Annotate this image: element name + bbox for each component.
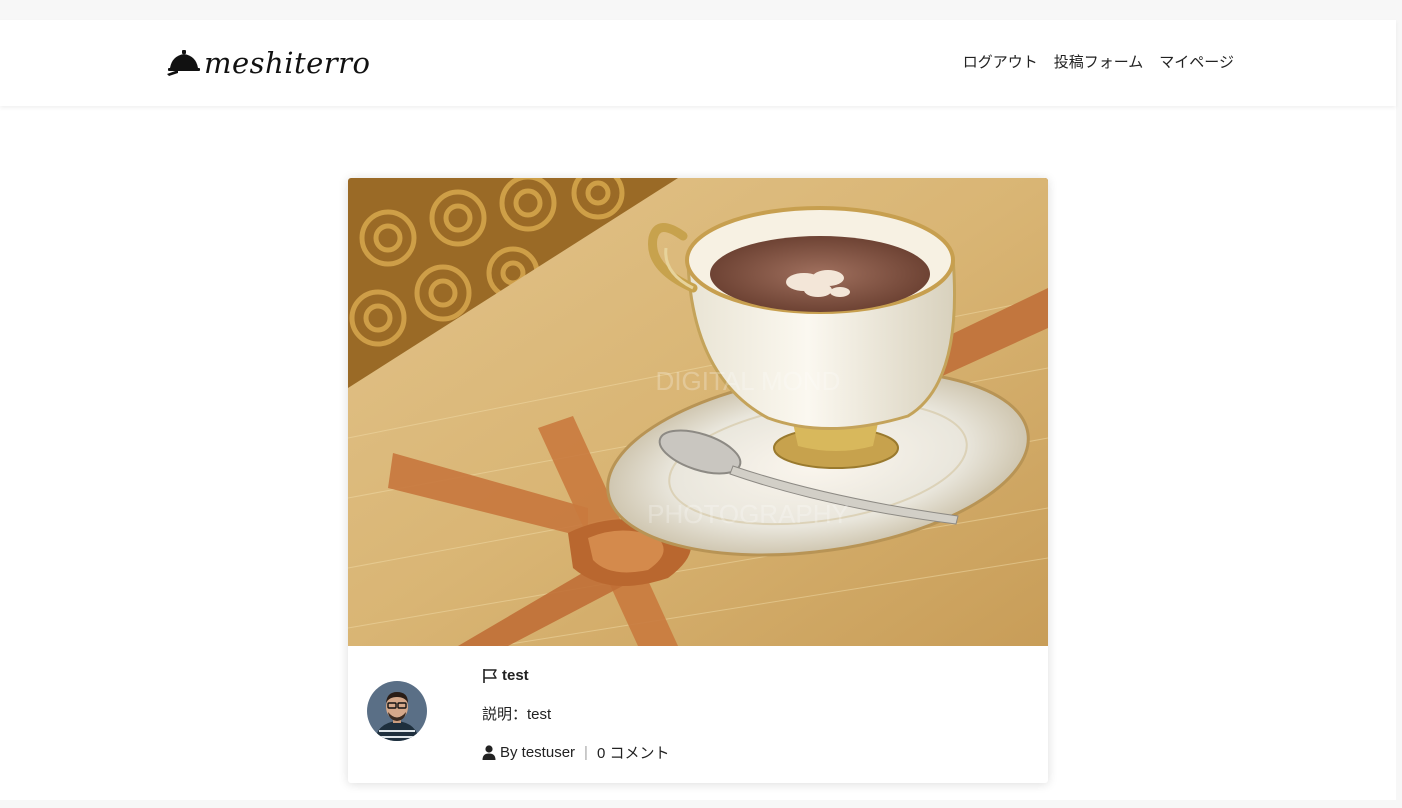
- post-form-link[interactable]: 投稿フォーム: [1054, 51, 1144, 72]
- nav-links: ログアウト 投稿フォーム マイページ: [963, 51, 1234, 72]
- brand-logo-link[interactable]: meshiterro: [166, 38, 371, 88]
- meta-separator: |: [584, 744, 588, 761]
- user-icon: [482, 745, 496, 760]
- post-author: By testuser: [500, 744, 576, 761]
- post-title: test: [502, 667, 529, 684]
- page: meshiterro ログアウト 投稿フォーム マイページ DIGITAL MO…: [0, 20, 1396, 800]
- post-title-link[interactable]: test: [482, 667, 529, 684]
- svg-text:DIGITAL MOND: DIGITAL MOND: [656, 366, 841, 396]
- cloche-icon: [167, 50, 200, 76]
- navbar: meshiterro ログアウト 投稿フォーム マイページ: [0, 20, 1396, 106]
- post-description: 説明：test: [482, 706, 552, 723]
- post-meta: By testuser | 0 コメント: [482, 742, 669, 763]
- author-avatar[interactable]: [367, 681, 427, 741]
- brand-name: meshiterro: [204, 46, 371, 80]
- post-card-body: test 説明：test By testuser | 0 コメント: [348, 646, 1048, 783]
- logout-link[interactable]: ログアウト: [963, 51, 1038, 72]
- flag-icon: [483, 668, 497, 683]
- avatar-image: [367, 681, 427, 741]
- svg-text:PHOTOGRAPHY: PHOTOGRAPHY: [647, 499, 849, 529]
- post-image[interactable]: DIGITAL MOND PHOTOGRAPHY: [348, 178, 1048, 646]
- mypage-link[interactable]: マイページ: [1159, 51, 1234, 72]
- comments-link[interactable]: 0 コメント: [597, 742, 670, 763]
- post-card: DIGITAL MOND PHOTOGRAPHY test 説明：test By…: [348, 178, 1048, 783]
